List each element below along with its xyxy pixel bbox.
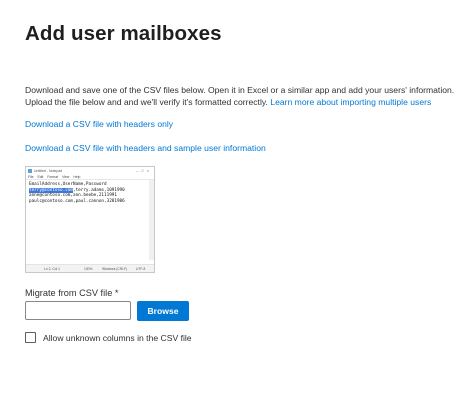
csv-example-screenshot: Untitled - Notepad –□× File Edit Format … xyxy=(25,166,155,273)
notepad-content: EmailAddress,UserName,Password terry@con… xyxy=(26,180,154,260)
intro-line-1: Download and save one of the CSV files b… xyxy=(25,85,455,95)
download-csv-headers-only-link[interactable]: Download a CSV file with headers only xyxy=(25,119,173,129)
learn-more-link[interactable]: Learn more about importing multiple user… xyxy=(270,97,431,107)
intro-line-2-text: Upload the file below and and we'll veri… xyxy=(25,97,271,107)
download-csv-sample-link[interactable]: Download a CSV file with headers and sam… xyxy=(25,143,266,153)
intro-line-2: Upload the file below and and we'll veri… xyxy=(25,96,465,108)
page-title: Add user mailboxes xyxy=(25,22,222,45)
allow-unknown-columns-label: Allow unknown columns in the CSV file xyxy=(43,332,192,343)
notepad-menu-help: Help xyxy=(73,174,81,179)
migrate-from-csv-label: Migrate from CSV file * xyxy=(25,288,119,298)
browse-button[interactable]: Browse xyxy=(137,301,189,321)
csv-file-input[interactable] xyxy=(25,301,131,320)
status-encoding: UTF-8 xyxy=(136,266,146,271)
notepad-title: Untitled - Notepad xyxy=(34,168,63,173)
allow-unknown-columns-checkbox[interactable] xyxy=(25,332,36,343)
csv-row: paulc@contoso.com,paul.cannon,3281986 xyxy=(29,198,125,204)
notepad-titlebar: Untitled - Notepad –□× xyxy=(26,167,154,174)
csv-row-rest: ,terry.adams,1091990 xyxy=(72,187,125,193)
notepad-menu-edit: Edit xyxy=(37,174,44,179)
notepad-menu-format: Format xyxy=(47,174,59,179)
status-line-endings: Windows (CRLF) xyxy=(102,266,128,271)
notepad-icon xyxy=(28,168,32,173)
selected-email: terry@contoso.com xyxy=(29,187,73,193)
intro-text: Download and save one of the CSV files b… xyxy=(25,84,465,108)
status-zoom: 100% xyxy=(84,266,93,271)
notepad-menu-file: File xyxy=(28,174,34,179)
status-position: Ln 2, Col 1 xyxy=(44,266,60,271)
notepad-menu-view: View xyxy=(62,174,70,179)
notepad-statusbar: Ln 2, Col 1 100% Windows (CRLF) UTF-8 xyxy=(26,264,154,272)
window-controls-icon: –□× xyxy=(136,168,152,173)
allow-unknown-columns-option[interactable]: Allow unknown columns in the CSV file xyxy=(25,332,192,343)
